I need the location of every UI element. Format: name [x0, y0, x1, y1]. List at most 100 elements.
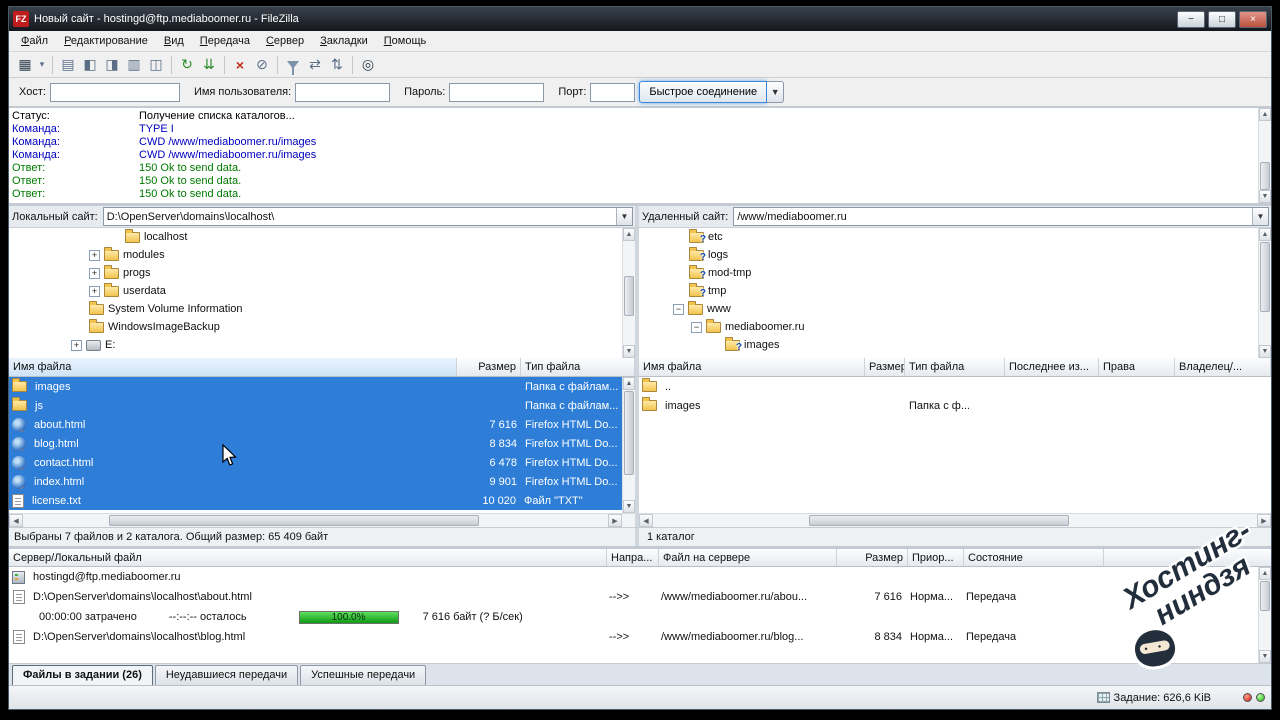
queue-row-about-html[interactable]: D:\OpenServer\domains\localhost\about.ht…: [9, 587, 1271, 607]
toggle-remote-tree-icon[interactable]: ◨: [101, 54, 123, 76]
file-row-js[interactable]: js Папка с файлам...: [9, 396, 635, 415]
expand-icon[interactable]: +: [71, 339, 82, 351]
filter-icon[interactable]: [282, 54, 304, 76]
collapse-icon[interactable]: −: [673, 303, 684, 315]
scroll-up-icon[interactable]: ▲: [623, 377, 635, 390]
menu-transfer[interactable]: Передача: [192, 32, 258, 50]
column-header-modified[interactable]: Последнее из...: [1005, 358, 1099, 376]
scroll-down-icon[interactable]: ▼: [623, 500, 635, 513]
toggle-directory-listing-icon[interactable]: ◫: [145, 54, 167, 76]
scroll-left-icon[interactable]: ◀: [9, 514, 23, 527]
disconnect-icon[interactable]: ⊘: [251, 54, 273, 76]
scroll-down-icon[interactable]: ▼: [623, 345, 635, 358]
queue-row-blog-html[interactable]: D:\OpenServer\domains\localhost\blog.htm…: [9, 627, 1271, 647]
menu-edit[interactable]: Редактирование: [56, 32, 156, 50]
tab-successful-transfers[interactable]: Успешные передачи: [300, 665, 427, 685]
column-header-type[interactable]: Тип файла: [905, 358, 1005, 376]
password-input[interactable]: [449, 82, 545, 102]
file-row-license-txt[interactable]: license.txt 10 020 Файл "TXT": [9, 491, 635, 510]
file-row-about-html[interactable]: about.html 7 616 Firefox HTML Do...: [9, 415, 635, 434]
chevron-down-icon[interactable]: ▼: [1252, 208, 1268, 225]
tree-item-www[interactable]: − www: [639, 300, 1271, 318]
queue-row-server[interactable]: hostingd@ftp.mediaboomer.ru: [9, 567, 1271, 587]
column-header-owner[interactable]: Владелец/...: [1175, 358, 1271, 376]
column-header-size[interactable]: Размер: [865, 358, 905, 376]
tree-item-progs[interactable]: + progs: [9, 264, 635, 282]
column-header-remote-file[interactable]: Файл на сервере: [659, 549, 837, 566]
toggle-transfer-queue-icon[interactable]: ▥: [123, 54, 145, 76]
expand-icon[interactable]: +: [89, 267, 100, 279]
menu-file[interactable]: Файл: [13, 32, 56, 50]
chevron-down-icon[interactable]: ▼: [616, 208, 632, 225]
minimize-button[interactable]: −: [1177, 10, 1205, 28]
scroll-down-icon[interactable]: ▼: [1259, 345, 1271, 358]
tree-item-userdata[interactable]: + userdata: [9, 282, 635, 300]
scroll-up-icon[interactable]: ▲: [623, 228, 635, 241]
local-list-scrollbar[interactable]: ▲ ▼: [622, 377, 635, 513]
file-row-contact-html[interactable]: contact.html 6 478 Firefox HTML Do...: [9, 453, 635, 472]
toggle-message-log-icon[interactable]: ▤: [57, 54, 79, 76]
scroll-down-icon[interactable]: ▼: [1259, 190, 1271, 203]
queue-scrollbar[interactable]: ▲ ▼: [1258, 567, 1271, 663]
remote-path-combo[interactable]: /www/mediaboomer.ru ▼: [733, 207, 1269, 226]
cancel-operation-icon[interactable]: ×: [229, 54, 251, 76]
column-header-name[interactable]: Имя файла: [639, 358, 865, 376]
tree-item-drive-e[interactable]: + E:: [9, 336, 635, 354]
column-header-direction[interactable]: Напра...: [607, 549, 659, 566]
tree-item-system-volume-information[interactable]: System Volume Information: [9, 300, 635, 318]
column-header-local-file[interactable]: Сервер/Локальный файл: [9, 549, 607, 566]
username-input[interactable]: [295, 82, 391, 102]
menu-bookmarks[interactable]: Закладки: [312, 32, 376, 50]
tree-item-windowsimagebackup[interactable]: WindowsImageBackup: [9, 318, 635, 336]
site-manager-icon[interactable]: ▦: [14, 54, 36, 76]
port-input[interactable]: [590, 82, 636, 102]
file-row-index-html[interactable]: index.html 9 901 Firefox HTML Do...: [9, 472, 635, 491]
tree-item-localhost[interactable]: localhost: [9, 228, 635, 246]
find-files-icon[interactable]: ◎: [357, 54, 379, 76]
scroll-up-icon[interactable]: ▲: [1259, 228, 1271, 241]
close-button[interactable]: ×: [1239, 10, 1267, 28]
tab-queued-files[interactable]: Файлы в задании (26): [12, 665, 153, 685]
column-header-name[interactable]: Имя файла: [9, 358, 457, 376]
site-manager-dropdown-icon[interactable]: ▾: [36, 54, 48, 76]
local-tree-scrollbar[interactable]: ▲ ▼: [622, 228, 635, 358]
log-scrollbar[interactable]: ▲ ▼: [1258, 108, 1271, 203]
tree-item-mod-tmp[interactable]: mod-tmp: [639, 264, 1271, 282]
tree-item-modules[interactable]: + modules: [9, 246, 635, 264]
collapse-icon[interactable]: −: [691, 321, 702, 333]
column-header-status[interactable]: Состояние: [964, 549, 1104, 566]
quickconnect-button[interactable]: Быстрое соединение: [639, 81, 768, 103]
file-row-images[interactable]: images Папка с файлам...: [9, 377, 635, 396]
expand-icon[interactable]: +: [89, 285, 100, 297]
scroll-up-icon[interactable]: ▲: [1259, 567, 1271, 580]
local-path-combo[interactable]: D:\OpenServer\domains\localhost\ ▼: [102, 207, 633, 226]
host-input[interactable]: [49, 82, 180, 102]
expand-icon[interactable]: +: [89, 249, 100, 261]
file-row-images[interactable]: images Папка с ф...: [639, 396, 1271, 415]
scroll-up-icon[interactable]: ▲: [1259, 108, 1271, 121]
column-header-priority[interactable]: Приор...: [908, 549, 964, 566]
synchronized-browsing-icon[interactable]: ⇅: [326, 54, 348, 76]
local-list-hscrollbar[interactable]: ◀ ▶: [9, 513, 639, 527]
quickconnect-dropdown-icon[interactable]: ▼: [767, 81, 785, 103]
column-header-size[interactable]: Размер: [837, 549, 908, 566]
toggle-local-tree-icon[interactable]: ◧: [79, 54, 101, 76]
scroll-left-icon[interactable]: ◀: [639, 514, 653, 527]
column-header-size[interactable]: Размер: [457, 358, 521, 376]
menu-view[interactable]: Вид: [156, 32, 192, 50]
column-header-permissions[interactable]: Права: [1099, 358, 1175, 376]
tree-item-images[interactable]: images: [639, 336, 1271, 354]
scroll-right-icon[interactable]: ▶: [1257, 514, 1271, 527]
process-queue-icon[interactable]: ⇊: [198, 54, 220, 76]
tab-failed-transfers[interactable]: Неудавшиеся передачи: [154, 665, 299, 685]
tree-item-mediaboomer-ru[interactable]: − mediaboomer.ru: [639, 318, 1271, 336]
file-row-parent[interactable]: ..: [639, 377, 1271, 396]
tree-item-tmp[interactable]: tmp: [639, 282, 1271, 300]
tree-item-etc[interactable]: etc: [639, 228, 1271, 246]
refresh-icon[interactable]: ↻: [176, 54, 198, 76]
remote-list-hscrollbar[interactable]: ◀ ▶: [639, 513, 1271, 527]
column-header-type[interactable]: Тип файла: [521, 358, 635, 376]
menu-help[interactable]: Помощь: [376, 32, 435, 50]
file-row-blog-html[interactable]: blog.html 8 834 Firefox HTML Do...: [9, 434, 635, 453]
maximize-button[interactable]: □: [1208, 10, 1236, 28]
